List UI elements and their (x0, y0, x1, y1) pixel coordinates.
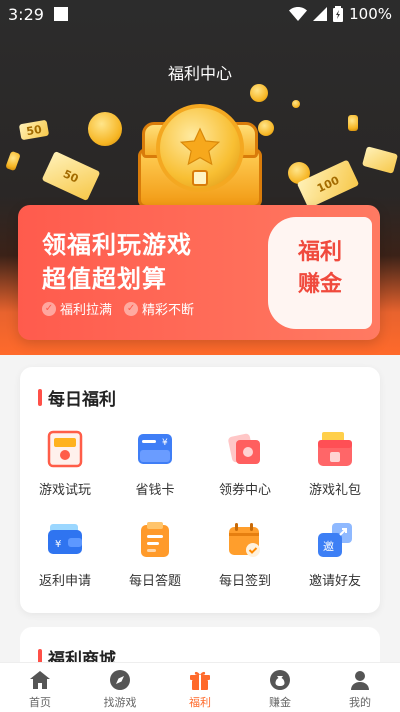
quiz-icon (135, 520, 175, 560)
svg-text:¥: ¥ (162, 438, 168, 448)
money-bag-icon (268, 668, 292, 692)
tab-profile[interactable]: 我的 (320, 663, 400, 712)
gift-icon (188, 668, 212, 692)
calendar-check-icon (225, 520, 265, 560)
benefit-invite-friends[interactable]: 邀 邀请好友 (290, 520, 380, 589)
tab-earn-gold[interactable]: 赚金 (240, 663, 320, 712)
coupon-icon (225, 429, 265, 469)
coin-decoration (5, 150, 21, 172)
wifi-icon (289, 7, 308, 21)
benefits-grid: 游戏试玩 ¥ 省钱卡 领券中心 游戏礼包 ¥ 返利申请 每日答题 每日签到 邀 … (20, 429, 380, 589)
banner-headline: 领福利玩游戏 (42, 231, 192, 259)
user-icon (348, 668, 372, 692)
tab-benefits[interactable]: 福利 (160, 663, 240, 712)
gift-pack-icon (315, 429, 355, 469)
banner-tag: ✓ 精彩不断 (124, 299, 194, 318)
benefit-daily-quiz[interactable]: 每日答题 (110, 520, 200, 589)
coin-decoration (250, 84, 268, 102)
daily-benefits-card: 每日福利 游戏试玩 ¥ 省钱卡 领券中心 游戏礼包 ¥ 返利申请 每日答题 每日… (20, 367, 380, 613)
notification-icon (53, 7, 68, 21)
page-title: 福利中心 (167, 64, 232, 83)
invite-icon: 邀 (315, 520, 355, 560)
ticket-decoration: 50 (18, 119, 50, 141)
earn-gold-label: 福利赚金 (297, 240, 342, 297)
battery-icon (333, 6, 344, 22)
status-time: 3:29 (8, 4, 44, 24)
bottom-tab-bar: 首页 找游戏 福利 赚金 我的 (0, 662, 400, 712)
savings-card-icon: ¥ (135, 429, 175, 469)
rebate-wallet-icon: ¥ (45, 520, 85, 560)
gold-card-icon (45, 429, 85, 469)
coin-decoration (88, 112, 122, 146)
tab-find-games[interactable]: 找游戏 (80, 663, 160, 712)
benefit-coupon-center[interactable]: 领券中心 (200, 429, 290, 498)
benefit-daily-checkin[interactable]: 每日签到 (200, 520, 290, 589)
benefit-game-trial[interactable]: 游戏试玩 (20, 429, 110, 498)
banner-tag: ✓ 福利拉满 (42, 299, 112, 318)
check-icon: ✓ (124, 301, 139, 316)
benefit-game-gift[interactable]: 游戏礼包 (290, 429, 380, 498)
status-bar: 3:29 100% (0, 0, 400, 28)
promo-banner[interactable]: 领福利玩游戏 超值超划算 ✓ 福利拉满 ✓ 精彩不断 福利赚金 (18, 205, 380, 340)
compass-icon (108, 668, 132, 692)
benefit-savings-card[interactable]: ¥ 省钱卡 (110, 429, 200, 498)
battery-level: 100% (349, 5, 392, 23)
signal-icon (313, 7, 328, 21)
tab-home[interactable]: 首页 (0, 663, 80, 712)
svg-text:¥: ¥ (55, 539, 61, 550)
home-icon (28, 668, 52, 692)
coin-decoration (348, 115, 358, 131)
coin-decoration (292, 100, 300, 108)
benefit-rebate-apply[interactable]: ¥ 返利申请 (20, 520, 110, 589)
svg-text:邀: 邀 (323, 539, 334, 553)
treasure-chest-illustration (138, 104, 262, 210)
ticket-decoration (361, 146, 399, 174)
ticket-decoration: 50 (41, 150, 101, 202)
banner-subheadline: 超值超划算 (42, 265, 167, 293)
section-title: 每日福利 (48, 390, 116, 410)
check-icon: ✓ (42, 301, 56, 316)
section-accent-bar (38, 389, 42, 406)
earn-gold-panel[interactable]: 福利赚金 (268, 217, 372, 329)
